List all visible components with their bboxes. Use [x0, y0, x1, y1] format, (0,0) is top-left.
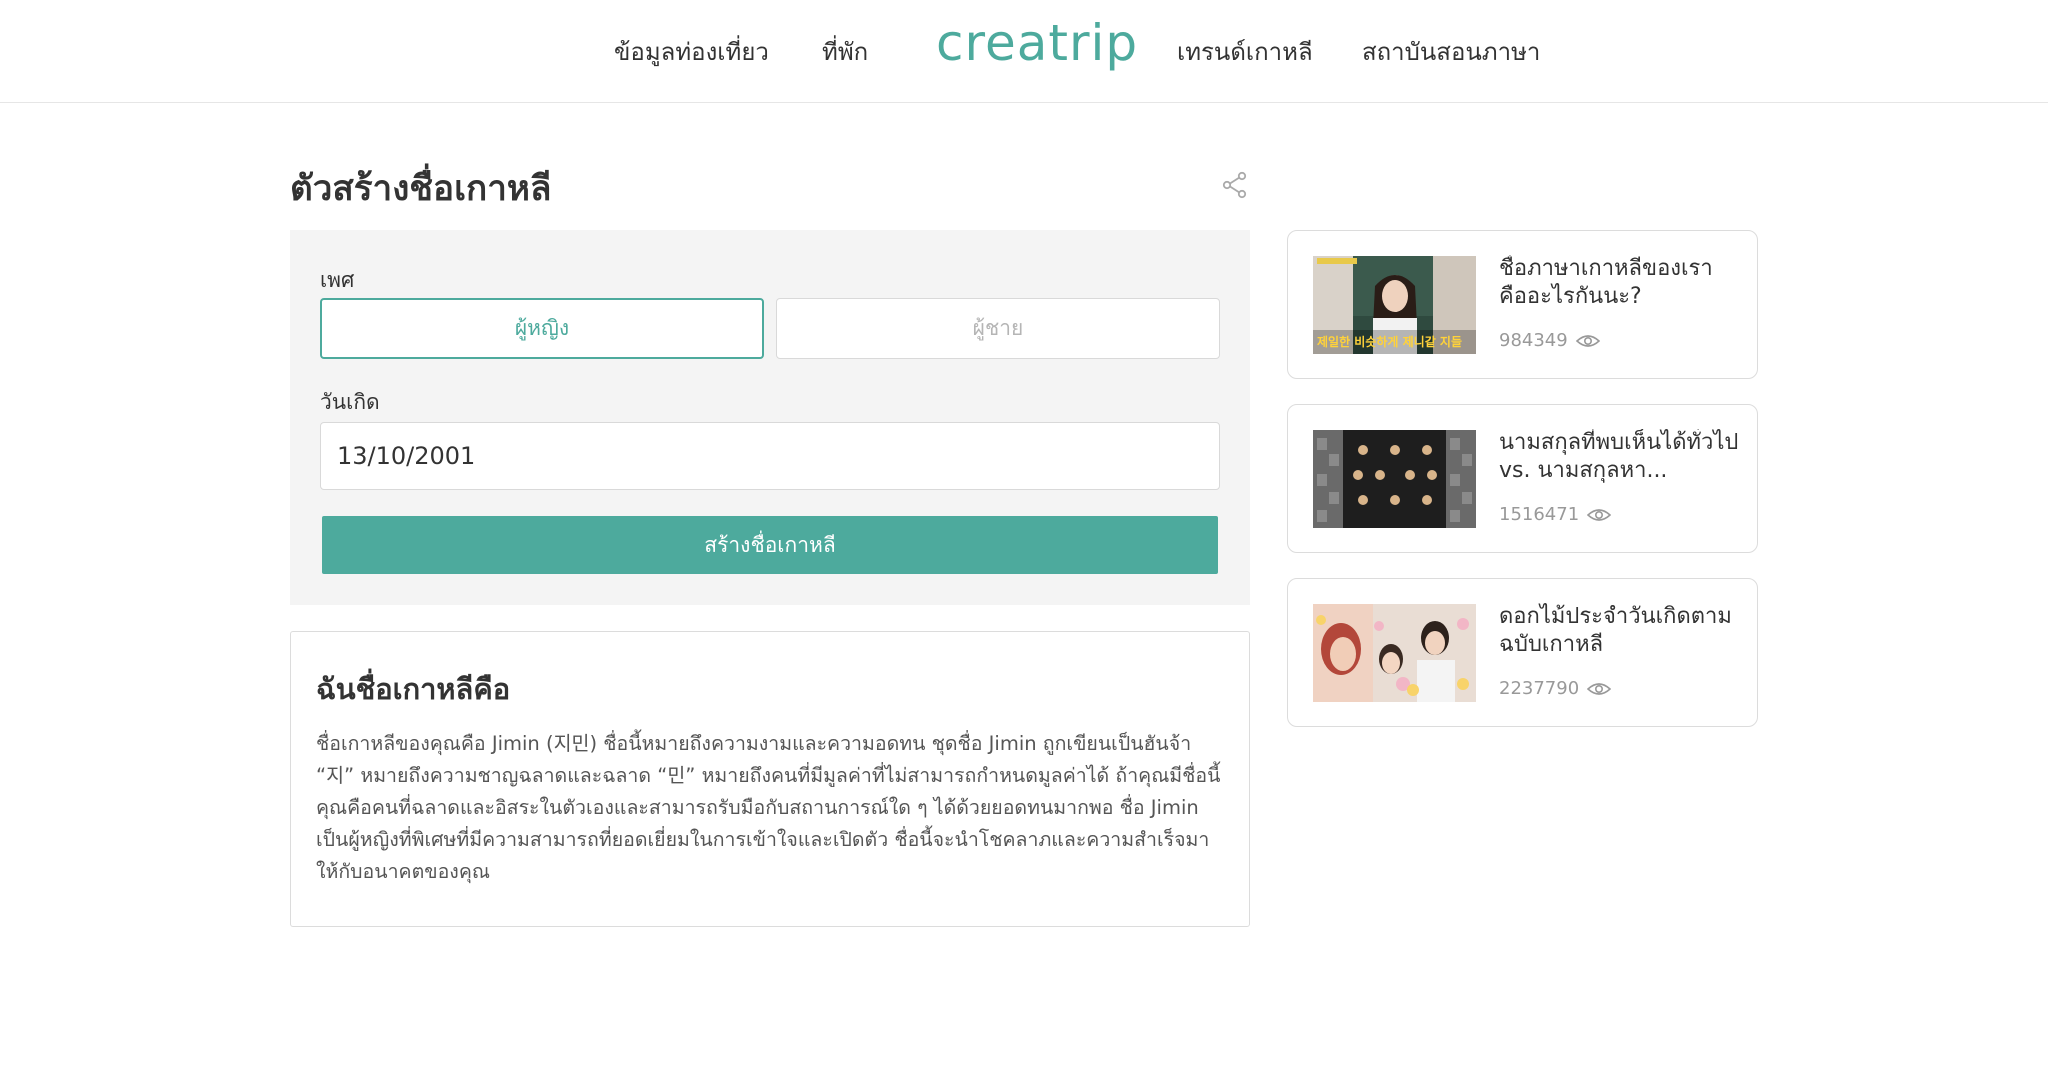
related-article-card[interactable]: ดอกไม้ประจำวันเกิดตามฉบับเกาหลี 2237790	[1287, 578, 1758, 727]
birthdate-input[interactable]	[320, 422, 1220, 490]
thumbnail-caption: 제일한 비슷하게 제니같 지들	[1317, 334, 1462, 349]
related-article-card[interactable]: 제일한 비슷하게 제니같 지들 ชื่อภาษาเกาหลีของเราคืออ…	[1287, 230, 1758, 379]
article-views: 984349	[1499, 330, 1600, 351]
creatrip-logo[interactable]: creatrip	[936, 14, 1138, 72]
view-count: 984349	[1499, 330, 1568, 351]
gender-female-button[interactable]: ผู้หญิง	[320, 298, 764, 359]
article-thumbnail	[1313, 430, 1476, 528]
article-views: 1516471	[1499, 504, 1612, 525]
view-count: 2237790	[1499, 678, 1580, 699]
gender-label: เพศ	[320, 268, 355, 292]
nav-item-korea-trend[interactable]: เทรนด์เกาหลี	[1177, 32, 1313, 71]
birthdate-label: วันเกิด	[320, 390, 380, 414]
article-thumbnail: 제일한 비슷하게 제니같 지들	[1313, 256, 1476, 354]
share-icon[interactable]	[1220, 170, 1250, 200]
result-description: ชื่อเกาหลีของคุณคือ Jimin (지민) ชื่อนี้หม…	[316, 732, 1221, 883]
eye-icon	[1587, 508, 1612, 521]
article-views: 2237790	[1499, 678, 1612, 699]
article-title: ดอกไม้ประจำวันเกิดตามฉบับเกาหลี	[1499, 604, 1732, 657]
top-nav: ข้อมูลท่องเที่ยว ที่พัก creatrip เทรนด์เ…	[0, 0, 2048, 103]
eye-icon	[1587, 682, 1612, 695]
nav-item-tour-info[interactable]: ข้อมูลท่องเที่ยว	[614, 32, 769, 71]
page-title: ตัวสร้างชื่อเกาหลี	[290, 169, 552, 209]
eye-icon	[1575, 334, 1600, 347]
name-generator-form: เพศ ผู้หญิง ผู้ชาย วันเกิด สร้างชื่อเกาห…	[290, 230, 1250, 605]
view-count: 1516471	[1499, 504, 1580, 525]
related-article-card[interactable]: นามสกุลที่พบเห็นได้ทั่วไป vs. นามสกุลหา.…	[1287, 404, 1758, 553]
article-title: นามสกุลที่พบเห็นได้ทั่วไป vs. นามสกุลหา.…	[1499, 430, 1739, 483]
nav-item-language-school[interactable]: สถาบันสอนภาษา	[1362, 32, 1540, 71]
generate-name-button[interactable]: สร้างชื่อเกาหลี	[322, 516, 1218, 574]
nav-item-accommodation[interactable]: ที่พัก	[822, 32, 868, 71]
article-title: ชื่อภาษาเกาหลีของเราคืออะไรกันนะ?	[1499, 256, 1713, 309]
article-thumbnail	[1313, 604, 1476, 702]
result-title: ฉันชื่อเกาหลีคือ	[316, 672, 511, 706]
gender-male-button[interactable]: ผู้ชาย	[776, 298, 1220, 359]
result-panel: ฉันชื่อเกาหลีคือ ชื่อเกาหลีของคุณคือ Jim…	[290, 631, 1250, 927]
